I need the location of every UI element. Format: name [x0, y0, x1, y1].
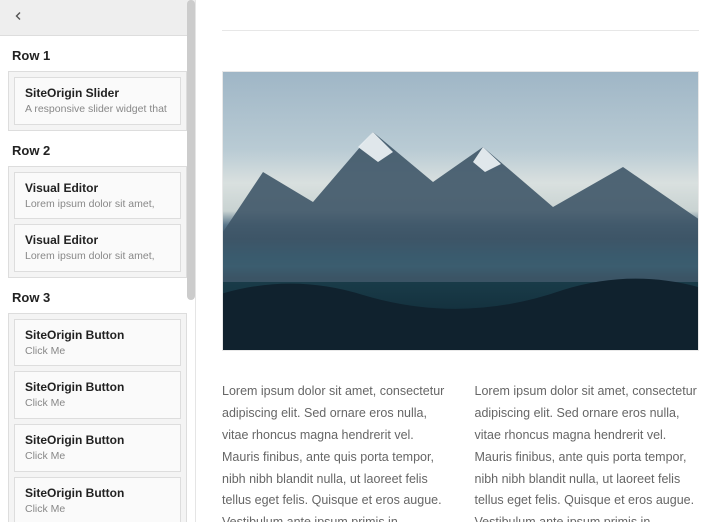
- sidebar-panel: Row 1 SiteOrigin Slider A responsive sli…: [0, 0, 196, 522]
- row-group: SiteOrigin Button Click Me SiteOrigin Bu…: [8, 313, 187, 522]
- divider: [222, 30, 699, 31]
- widget-title: SiteOrigin Slider: [25, 86, 170, 100]
- scrollbar[interactable]: [187, 0, 195, 300]
- chevron-left-icon: [12, 10, 24, 25]
- preview-pane: Lorem ipsum dolor sit amet, consectetur …: [196, 0, 725, 522]
- widget-card-button[interactable]: SiteOrigin Button Click Me: [14, 319, 181, 367]
- widget-card-button[interactable]: SiteOrigin Button Click Me: [14, 371, 181, 419]
- row-group: Visual Editor Lorem ipsum dolor sit amet…: [8, 166, 187, 278]
- widget-title: SiteOrigin Button: [25, 328, 170, 342]
- widget-card-slider[interactable]: SiteOrigin Slider A responsive slider wi…: [14, 77, 181, 125]
- widget-title: SiteOrigin Button: [25, 486, 170, 500]
- row-group: SiteOrigin Slider A responsive slider wi…: [8, 71, 187, 131]
- widget-desc: A responsive slider widget that: [25, 103, 170, 116]
- content-columns: Lorem ipsum dolor sit amet, consectetur …: [222, 381, 699, 522]
- tree-line-icon: [222, 240, 699, 350]
- widget-title: SiteOrigin Button: [25, 380, 170, 394]
- widget-card-editor[interactable]: Visual Editor Lorem ipsum dolor sit amet…: [14, 172, 181, 220]
- widget-desc: Lorem ipsum dolor sit amet,: [25, 198, 170, 211]
- row-label: Row 1: [0, 36, 195, 71]
- row-label: Row 3: [0, 278, 195, 313]
- widget-desc: Click Me: [25, 450, 170, 463]
- widget-card-editor[interactable]: Visual Editor Lorem ipsum dolor sit amet…: [14, 224, 181, 272]
- widget-title: SiteOrigin Button: [25, 433, 170, 447]
- content-col-1: Lorem ipsum dolor sit amet, consectetur …: [222, 381, 447, 522]
- widget-desc: Click Me: [25, 345, 170, 358]
- widget-card-button[interactable]: SiteOrigin Button Click Me: [14, 477, 181, 522]
- row-label: Row 2: [0, 131, 195, 166]
- widget-title: Visual Editor: [25, 233, 170, 247]
- hero-image: [222, 71, 699, 351]
- widget-desc: Click Me: [25, 503, 170, 516]
- content-col-2: Lorem ipsum dolor sit amet, consectetur …: [475, 381, 700, 522]
- widget-desc: Lorem ipsum dolor sit amet,: [25, 250, 170, 263]
- back-button[interactable]: [0, 0, 195, 36]
- widget-desc: Click Me: [25, 397, 170, 410]
- widget-title: Visual Editor: [25, 181, 170, 195]
- widget-card-button[interactable]: SiteOrigin Button Click Me: [14, 424, 181, 472]
